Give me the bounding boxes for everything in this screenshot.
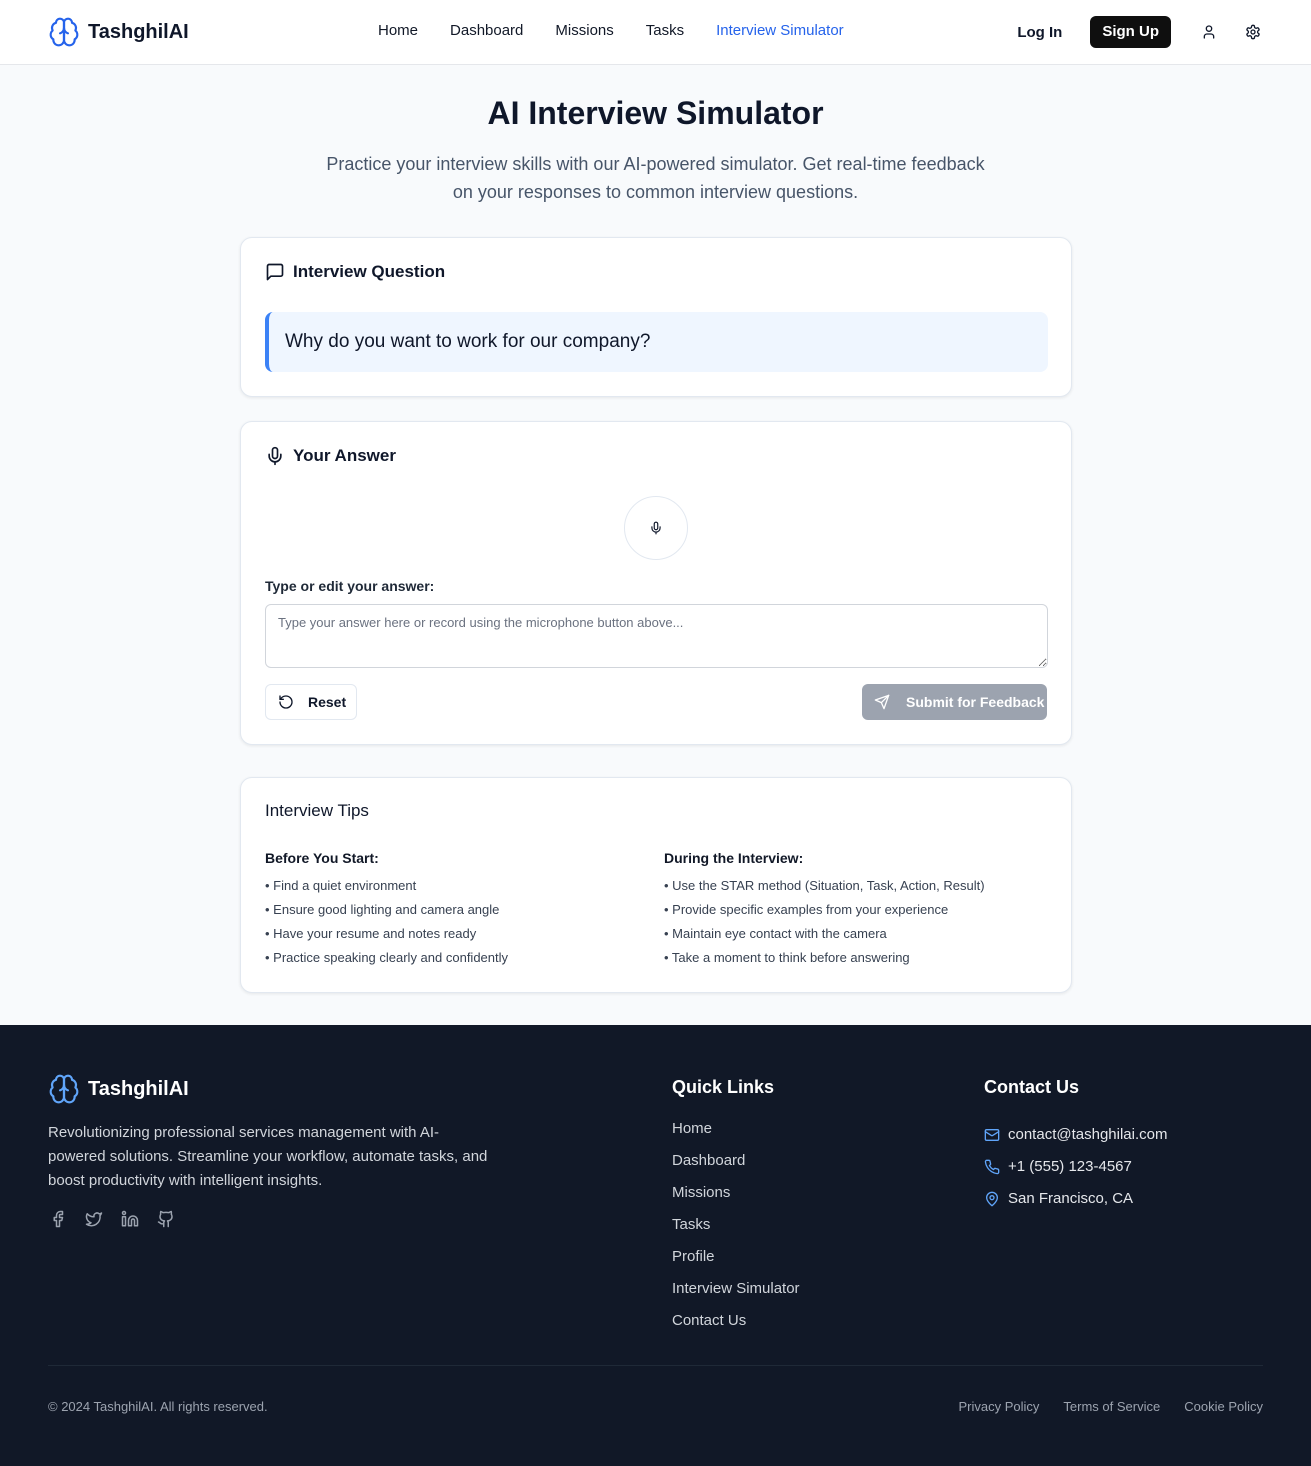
submit-label: Submit for Feedback [906,694,1045,710]
footer-divider [48,1365,1263,1366]
interview-question: Why do you want to work for our company? [265,312,1048,372]
page-subtitle: Practice your interview skills with our … [326,154,985,202]
contact-phone[interactable]: +1 (555) 123-4567 [984,1151,1167,1183]
rotate-ccw-icon [279,695,293,709]
tips-title: Interview Tips [265,801,369,820]
brand-logo[interactable]: TashghilAI [48,16,189,48]
mic-icon [268,446,282,466]
footer-brand-name: TashghilAI [88,1077,189,1100]
footer-logo[interactable]: TashghilAI [48,1073,189,1105]
tips-before-column: Before You Start: • Find a quiet environ… [265,850,645,970]
question-card: Interview Question Why do you want to wo… [240,237,1072,397]
answer-textarea[interactable] [265,604,1048,668]
send-icon [874,694,890,710]
reset-label: Reset [308,694,347,710]
tips-card: Interview Tips Before You Start: • Find … [240,777,1072,993]
tips-during-list: • Use the STAR method (Situation, Task, … [664,874,1044,970]
site-footer: TashghilAI Revolutionizing professional … [0,1025,1311,1466]
top-header: TashghilAI Home Dashboard Missions Tasks… [0,0,1311,65]
list-item: • Ensure good lighting and camera angle [265,902,500,917]
list-item: • Maintain eye contact with the camera [664,926,887,941]
tips-before-heading: Before You Start: [265,850,379,866]
contact-location-text: San Francisco, CA [1008,1190,1134,1207]
brand-name: TashghilAI [88,20,189,43]
social-links [48,1209,176,1229]
record-button[interactable] [624,496,688,560]
contact-info: contact@tashghilai.com +1 (555) 123-4567… [984,1119,1167,1215]
answer-card: Your Answer Type or edit your answer: Re… [240,421,1072,745]
mic-icon [651,521,661,535]
mail-icon [984,1125,1000,1145]
nav-home[interactable]: Home [378,22,418,39]
login-button[interactable]: Log In [1017,24,1062,41]
reset-button[interactable]: Reset [265,684,357,720]
facebook-icon[interactable] [48,1209,68,1229]
footer-link-contact[interactable]: Contact Us [672,1311,800,1343]
signup-button[interactable]: Sign Up [1090,16,1171,48]
user-icon[interactable] [1199,22,1219,42]
submit-feedback-button[interactable]: Submit for Feedback [862,684,1047,720]
copyright: © 2024 TashghilAI. All rights reserved. [48,1399,268,1414]
footer-link-missions[interactable]: Missions [672,1183,800,1215]
phone-icon [984,1157,1000,1177]
answer-card-header: Your Answer [265,446,396,466]
list-item: • Provide specific examples from your ex… [664,902,949,917]
footer-link-tasks[interactable]: Tasks [672,1215,800,1247]
list-item: • Have your resume and notes ready [265,926,477,941]
legal-links: Privacy Policy Terms of Service Cookie P… [959,1399,1264,1414]
nav-dashboard[interactable]: Dashboard [450,22,523,39]
question-text: Why do you want to work for our company? [285,331,651,352]
question-card-title: Interview Question [293,262,446,281]
brain-icon [49,17,79,47]
nav-tasks[interactable]: Tasks [646,22,684,39]
tips-before-list: • Find a quiet environment • Ensure good… [265,874,645,970]
tips-during-heading: During the Interview: [664,850,804,866]
answer-card-title: Your Answer [293,446,396,465]
answer-label: Type or edit your answer: [265,578,435,594]
cookie-policy-link[interactable]: Cookie Policy [1184,1399,1263,1414]
contact-email-text: contact@tashghilai.com [1008,1126,1168,1143]
header-actions: Log In Sign Up [1017,16,1263,48]
list-item: • Practice speaking clearly and confiden… [265,950,509,965]
message-square-icon [266,263,284,281]
quick-links: Home Dashboard Missions Tasks Profile In… [672,1119,800,1343]
quick-links-title: Quick Links [672,1077,775,1097]
github-icon[interactable] [156,1209,176,1229]
question-card-header: Interview Question [265,262,445,282]
footer-link-home[interactable]: Home [672,1119,800,1151]
page-title: AI Interview Simulator [487,95,824,131]
footer-link-dashboard[interactable]: Dashboard [672,1151,800,1183]
nav-interview-simulator[interactable]: Interview Simulator [716,22,844,39]
contact-location: San Francisco, CA [984,1183,1167,1215]
contact-email[interactable]: contact@tashghilai.com [984,1119,1167,1151]
terms-of-service-link[interactable]: Terms of Service [1063,1399,1160,1414]
linkedin-icon[interactable] [120,1209,140,1229]
list-item: • Find a quiet environment [265,878,417,893]
footer-link-profile[interactable]: Profile [672,1247,800,1279]
twitter-icon[interactable] [84,1209,104,1229]
map-pin-icon [984,1189,1000,1209]
footer-description: Revolutionizing professional services ma… [48,1124,488,1189]
footer-link-interview-simulator[interactable]: Interview Simulator [672,1279,800,1311]
list-item: • Use the STAR method (Situation, Task, … [664,878,985,893]
list-item: • Take a moment to think before answerin… [664,950,910,965]
gear-icon[interactable] [1243,22,1263,42]
nav-missions[interactable]: Missions [555,22,613,39]
tips-during-column: During the Interview: • Use the STAR met… [664,850,1044,970]
contact-title: Contact Us [984,1077,1080,1097]
contact-phone-text: +1 (555) 123-4567 [1008,1158,1132,1175]
main-nav: Home Dashboard Missions Tasks Interview … [378,22,876,39]
brain-icon [49,1074,79,1104]
privacy-policy-link[interactable]: Privacy Policy [959,1399,1040,1414]
